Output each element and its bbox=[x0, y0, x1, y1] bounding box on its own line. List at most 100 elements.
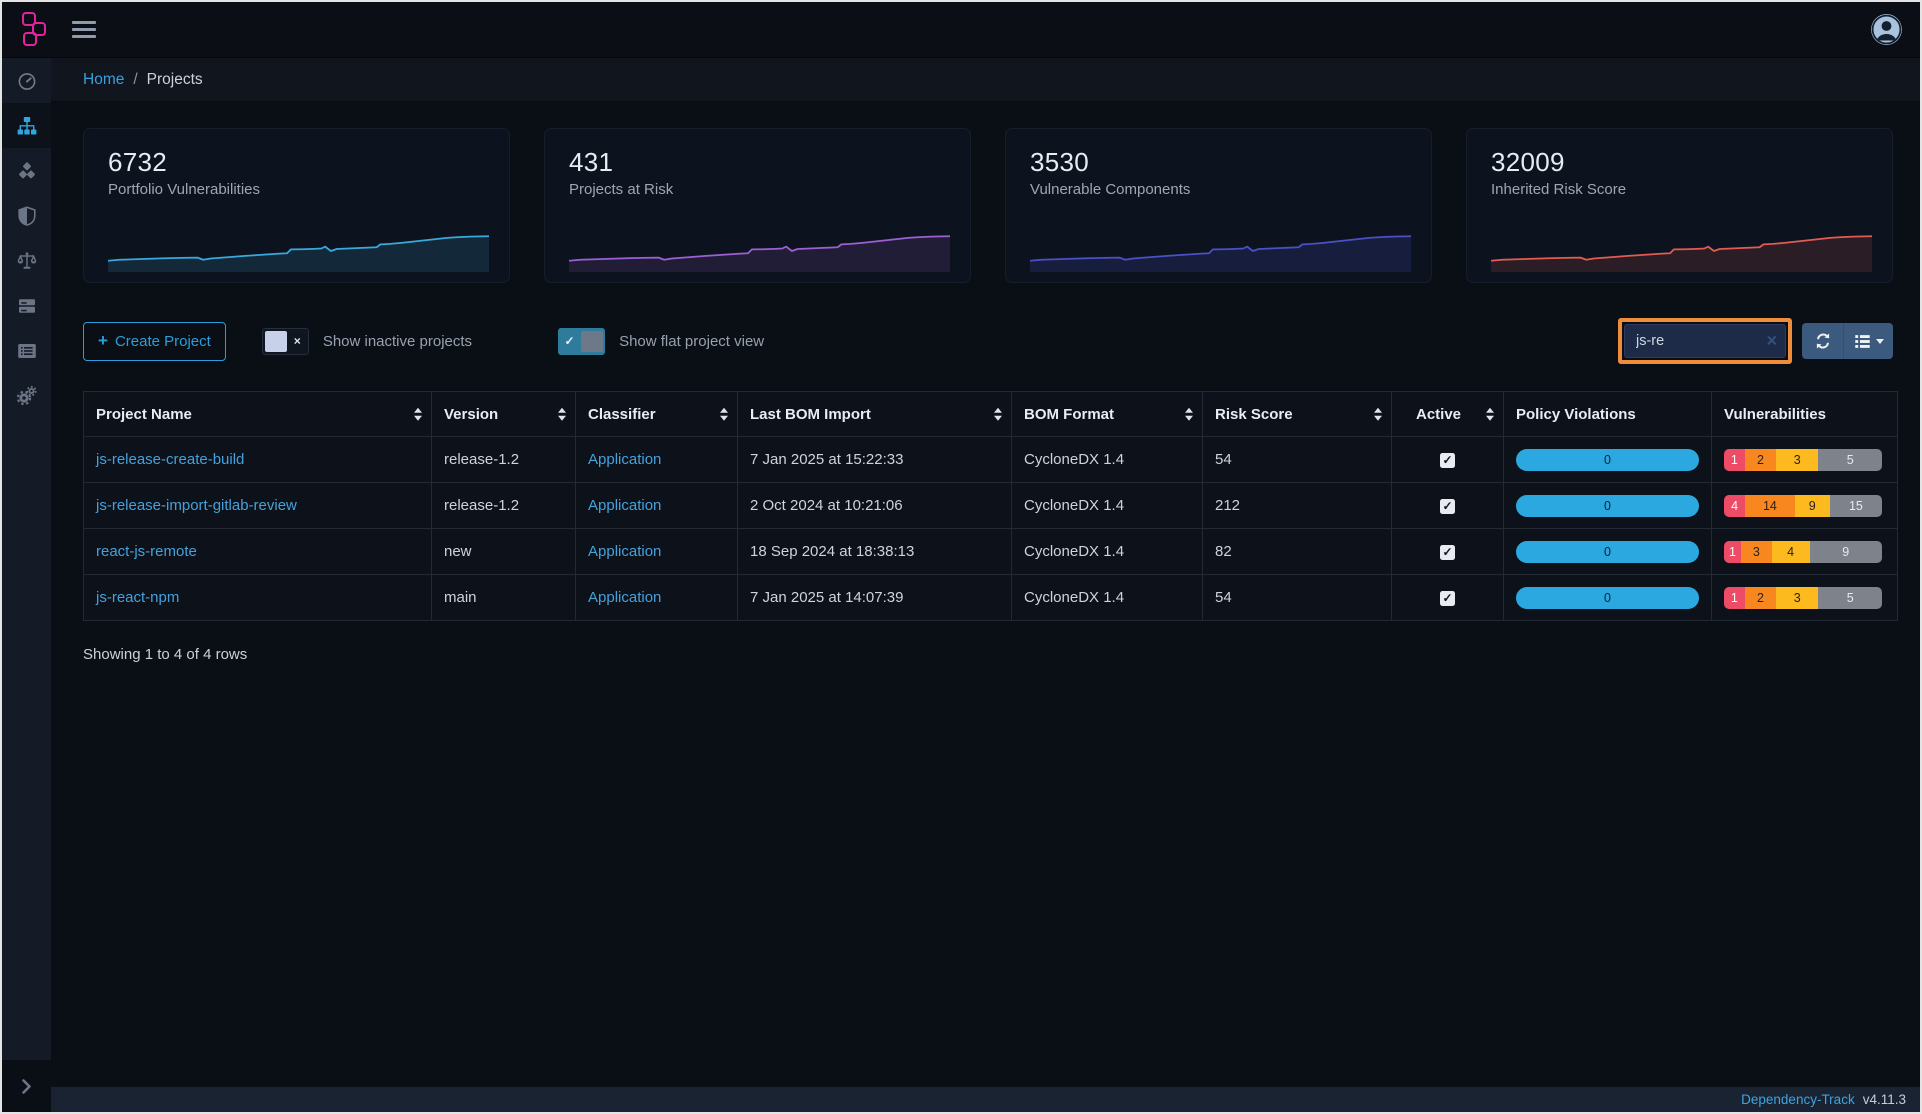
sitemap-icon bbox=[17, 116, 37, 136]
create-project-button[interactable]: + Create Project bbox=[83, 322, 226, 361]
policy-violations-bar: 0 bbox=[1516, 449, 1699, 471]
show-inactive-projects-label: Show inactive projects bbox=[323, 333, 472, 350]
sidebar bbox=[2, 58, 51, 1112]
active-checkbox-icon: ✓ bbox=[1440, 453, 1455, 468]
card-portfolio-vulnerabilities: 6732 Portfolio Vulnerabilities bbox=[83, 128, 510, 283]
bom-format-cell: CycloneDX 1.4 bbox=[1012, 483, 1203, 529]
app-version: v4.11.3 bbox=[1863, 1092, 1906, 1107]
column-header-bom-format[interactable]: BOM Format bbox=[1012, 392, 1203, 437]
sidebar-item-vulnerabilities[interactable] bbox=[2, 193, 51, 238]
sidebar-item-dashboard[interactable] bbox=[2, 58, 51, 103]
column-header-last-bom-import[interactable]: Last BOM Import bbox=[738, 392, 1012, 437]
sort-icon bbox=[720, 408, 728, 421]
sort-icon bbox=[414, 408, 422, 421]
risk-score-cell: 212 bbox=[1203, 483, 1392, 529]
critical-count-badge: 1 bbox=[1724, 541, 1741, 563]
table-toolbar-buttons bbox=[1802, 323, 1893, 359]
user-avatar[interactable] bbox=[1871, 14, 1902, 45]
active-checkbox-icon: ✓ bbox=[1440, 591, 1455, 606]
card-projects-at-risk: 431 Projects at Risk bbox=[544, 128, 971, 283]
policy-violations-bar: 0 bbox=[1516, 587, 1699, 609]
project-name-link[interactable]: js-release-create-build bbox=[96, 451, 244, 468]
sidebar-item-administration[interactable] bbox=[2, 373, 51, 418]
table-row: react-js-remote new Application 18 Sep 2… bbox=[84, 529, 1898, 575]
classifier-link[interactable]: Application bbox=[588, 497, 661, 514]
person-icon bbox=[1871, 14, 1902, 45]
table-row: js-release-create-build release-1.2 Appl… bbox=[84, 437, 1898, 483]
medium-count-badge: 3 bbox=[1776, 449, 1818, 471]
card-label: Inherited Risk Score bbox=[1491, 181, 1868, 198]
sort-icon bbox=[558, 408, 566, 421]
shield-icon bbox=[17, 206, 37, 226]
hamburger-menu-icon[interactable] bbox=[72, 21, 96, 38]
sidebar-item-licenses[interactable] bbox=[2, 238, 51, 283]
app-window: Home / Projects 6732 Portfolio Vulnerabi… bbox=[0, 0, 1922, 1114]
refresh-button[interactable] bbox=[1802, 323, 1843, 359]
medium-count-badge: 4 bbox=[1772, 541, 1810, 563]
vulnerabilities-bar: 4 14 9 15 bbox=[1724, 495, 1882, 517]
unassigned-count-badge: 5 bbox=[1818, 449, 1882, 471]
sidebar-item-vulnerability-audit[interactable] bbox=[2, 283, 51, 328]
show-inactive-projects-toggle[interactable]: × bbox=[262, 328, 309, 355]
project-name-link[interactable]: js-react-npm bbox=[96, 589, 179, 606]
sidebar-item-policy-management[interactable] bbox=[2, 328, 51, 373]
policy-violations-bar: 0 bbox=[1516, 495, 1699, 517]
breadcrumb: Home / Projects bbox=[51, 58, 1920, 102]
last-bom-import-cell: 18 Sep 2024 at 18:38:13 bbox=[738, 529, 1012, 575]
classifier-link[interactable]: Application bbox=[588, 543, 661, 560]
version-cell: main bbox=[432, 575, 576, 621]
top-navbar bbox=[2, 2, 1920, 58]
toggle-on-icon: ✓ bbox=[558, 334, 581, 348]
column-header-classifier[interactable]: Classifier bbox=[576, 392, 738, 437]
stat-cards: 6732 Portfolio Vulnerabilities 431 Proje… bbox=[83, 128, 1893, 283]
policy-violations-bar: 0 bbox=[1516, 541, 1699, 563]
column-header-risk-score[interactable]: Risk Score bbox=[1203, 392, 1392, 437]
card-value: 6732 bbox=[108, 147, 485, 178]
show-flat-project-view-toggle[interactable]: ✓ bbox=[558, 328, 605, 355]
plus-icon: + bbox=[98, 331, 108, 351]
card-label: Vulnerable Components bbox=[1030, 181, 1407, 198]
project-name-link[interactable]: react-js-remote bbox=[96, 543, 197, 560]
card-value: 431 bbox=[569, 147, 946, 178]
breadcrumb-current: Projects bbox=[147, 71, 203, 89]
clear-search-icon[interactable]: × bbox=[1766, 332, 1777, 350]
sidebar-item-components[interactable] bbox=[2, 148, 51, 193]
table-controls: + Create Project × Show inactive project… bbox=[83, 320, 1893, 362]
classifier-link[interactable]: Application bbox=[588, 451, 661, 468]
dependency-track-logo-icon bbox=[22, 12, 48, 48]
projects-table: Project Name Version Classifier Last BOM… bbox=[83, 391, 1898, 621]
critical-count-badge: 1 bbox=[1724, 449, 1745, 471]
column-header-project-name[interactable]: Project Name bbox=[84, 392, 432, 437]
dependency-track-link[interactable]: Dependency-Track bbox=[1741, 1092, 1855, 1107]
project-name-link[interactable]: js-release-import-gitlab-review bbox=[96, 497, 297, 514]
column-header-active[interactable]: Active bbox=[1392, 392, 1504, 437]
last-bom-import-cell: 7 Jan 2025 at 14:07:39 bbox=[738, 575, 1012, 621]
card-value: 32009 bbox=[1491, 147, 1868, 178]
card-value: 3530 bbox=[1030, 147, 1407, 178]
bom-format-cell: CycloneDX 1.4 bbox=[1012, 437, 1203, 483]
sort-icon bbox=[1486, 408, 1494, 421]
sidebar-item-projects[interactable] bbox=[2, 103, 51, 148]
critical-count-badge: 1 bbox=[1724, 587, 1745, 609]
search-input[interactable] bbox=[1624, 324, 1786, 358]
table-header-row: Project Name Version Classifier Last BOM… bbox=[84, 392, 1898, 437]
critical-count-badge: 4 bbox=[1724, 495, 1745, 517]
high-count-badge: 2 bbox=[1745, 587, 1776, 609]
classifier-link[interactable]: Application bbox=[588, 589, 661, 606]
toggle-handle bbox=[581, 331, 603, 352]
columns-dropdown-button[interactable] bbox=[1843, 323, 1893, 359]
version-cell: release-1.2 bbox=[432, 437, 576, 483]
bom-format-cell: CycloneDX 1.4 bbox=[1012, 575, 1203, 621]
list-card-icon bbox=[17, 341, 37, 361]
column-header-version[interactable]: Version bbox=[432, 392, 576, 437]
sidebar-expand-toggle[interactable] bbox=[2, 1060, 51, 1112]
bom-format-cell: CycloneDX 1.4 bbox=[1012, 529, 1203, 575]
card-label: Projects at Risk bbox=[569, 181, 946, 198]
card-label: Portfolio Vulnerabilities bbox=[108, 181, 485, 198]
toggle-handle bbox=[265, 331, 287, 352]
breadcrumb-home-link[interactable]: Home bbox=[83, 71, 124, 89]
toggle-off-icon: × bbox=[287, 334, 308, 348]
table-row: js-release-import-gitlab-review release-… bbox=[84, 483, 1898, 529]
version-cell: new bbox=[432, 529, 576, 575]
search-highlight-box: × bbox=[1618, 318, 1792, 364]
